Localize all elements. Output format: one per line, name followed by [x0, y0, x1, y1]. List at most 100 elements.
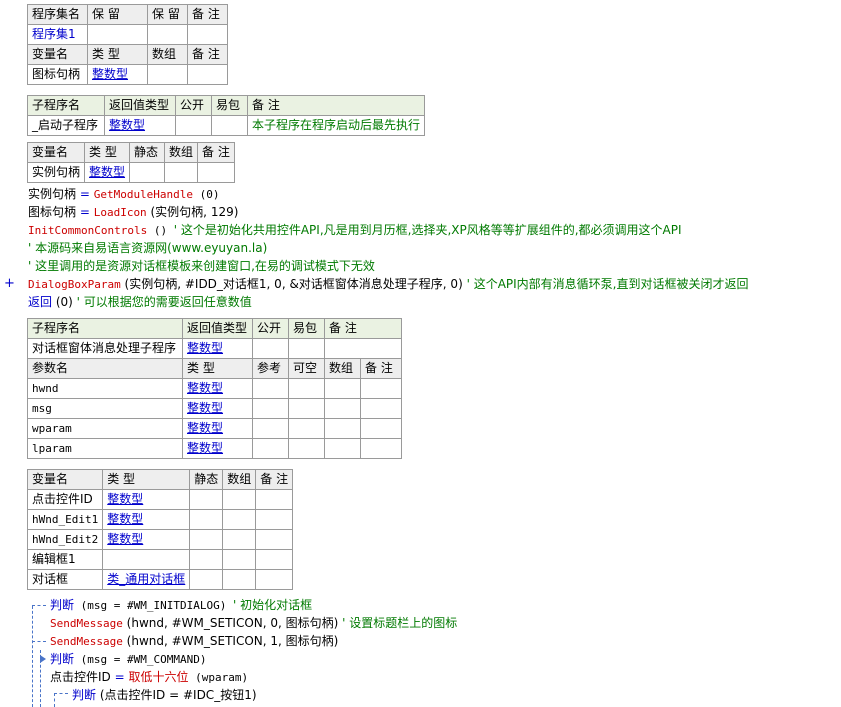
local-var-type-cell[interactable]: 整数型: [84, 162, 131, 183]
param-cell[interactable]: [252, 418, 289, 439]
dvar-cell[interactable]: [222, 549, 257, 570]
param-name-cell[interactable]: lparam: [27, 438, 183, 459]
sub-public-cell[interactable]: [175, 115, 212, 136]
sub-return-cell[interactable]: 整数型: [104, 115, 176, 136]
dvar-name-cell[interactable]: hWnd_Edit1: [26, 509, 104, 530]
local-var-note-cell[interactable]: [197, 162, 235, 183]
sub-start-row[interactable]: _启动子程序 整数型 本子程序在程序启动后最先执行: [27, 115, 426, 136]
var-array-cell[interactable]: [147, 64, 188, 85]
code-line[interactable]: 判断 (msg = #WM_INITDIALOG) ' 初始化对话框: [50, 597, 312, 614]
param-cell[interactable]: [252, 378, 289, 399]
dlg-public-cell[interactable]: [252, 338, 289, 359]
param-cell[interactable]: [252, 438, 289, 459]
var-type-cell[interactable]: 整数型: [87, 64, 148, 85]
dvar-type-cell[interactable]: [102, 549, 191, 570]
local-var-array-cell[interactable]: [164, 162, 199, 183]
code-line[interactable]: 点击控件ID = 取低十六位 (wparam): [50, 669, 248, 686]
var-note-cell[interactable]: [187, 64, 228, 85]
local-var-static-cell[interactable]: [129, 162, 166, 183]
param-type-cell[interactable]: 整数型: [182, 418, 253, 439]
dialog-var-row[interactable]: hWnd_Edit2 整数型: [26, 529, 294, 550]
dvar-type-cell[interactable]: 整数型: [102, 489, 191, 510]
dvar-cell[interactable]: [222, 569, 257, 590]
param-name-cell[interactable]: hwnd: [27, 378, 183, 399]
dvar-cell[interactable]: [222, 489, 257, 510]
param-cell[interactable]: [324, 438, 361, 459]
code-line[interactable]: SendMessage (hwnd, #WM_SETICON, 1, 图标句柄): [50, 633, 338, 650]
dvar-name-cell[interactable]: 点击控件ID: [26, 489, 104, 510]
code-line[interactable]: 判断 (msg = #WM_COMMAND): [50, 651, 206, 668]
dialog-var-row[interactable]: 对话框 类_通用对话框: [26, 569, 294, 590]
dvar-cell[interactable]: [255, 529, 294, 550]
dvar-cell[interactable]: [255, 549, 294, 570]
param-cell[interactable]: [324, 398, 361, 419]
sub-epkg-cell[interactable]: [211, 115, 248, 136]
assembly-var-row[interactable]: 图标句柄 整数型: [27, 64, 228, 85]
code-line[interactable]: InitCommonControls () ' 这个是初始化共用控件API,凡是…: [28, 222, 682, 239]
dvar-cell[interactable]: [189, 529, 224, 550]
code-line[interactable]: 实例句柄 = GetModuleHandle (0): [28, 186, 220, 203]
param-row[interactable]: msg 整数型: [27, 398, 402, 419]
param-type-cell[interactable]: 整数型: [182, 398, 253, 419]
dlg-name-cell[interactable]: 对话框窗体消息处理子程序: [27, 338, 183, 359]
code-line[interactable]: DialogBoxParam (实例句柄, #IDD_对话框1, 0, &对话框…: [28, 276, 749, 293]
param-cell[interactable]: [360, 398, 402, 419]
sub-dialog-row[interactable]: 对话框窗体消息处理子程序 整数型: [27, 338, 402, 359]
comment-line[interactable]: ' 本源码来自易语言资源网(www.eyuyan.la): [28, 240, 267, 256]
sub-name-cell[interactable]: _启动子程序: [27, 115, 105, 136]
sub-start-var-row[interactable]: 实例句柄 整数型: [26, 162, 235, 183]
assembly-row[interactable]: 程序集1: [27, 24, 228, 45]
dvar-type-cell[interactable]: 类_通用对话框: [102, 569, 191, 590]
dvar-name-cell[interactable]: hWnd_Edit2: [26, 529, 104, 550]
param-cell[interactable]: [288, 398, 325, 419]
expand-plus-icon[interactable]: +: [4, 276, 15, 292]
param-cell[interactable]: [360, 438, 402, 459]
param-cell[interactable]: [288, 418, 325, 439]
dvar-cell[interactable]: [189, 509, 224, 530]
assembly-reserve2-cell[interactable]: [147, 24, 188, 45]
dvar-cell[interactable]: [189, 549, 224, 570]
dialog-var-row[interactable]: 点击控件ID 整数型: [26, 489, 294, 510]
param-row[interactable]: lparam 整数型: [27, 438, 402, 459]
dlg-return-cell[interactable]: 整数型: [182, 338, 253, 359]
param-cell[interactable]: [252, 398, 289, 419]
dialog-var-row[interactable]: 编辑框1: [26, 549, 294, 570]
param-row[interactable]: wparam 整数型: [27, 418, 402, 439]
dlg-epkg-cell[interactable]: [288, 338, 325, 359]
sub-note-cell[interactable]: 本子程序在程序启动后最先执行: [246, 115, 426, 136]
dialog-var-row[interactable]: hWnd_Edit1 整数型: [26, 509, 294, 530]
code-line[interactable]: 图标句柄 = LoadIcon (实例句柄, 129): [28, 204, 238, 221]
param-cell[interactable]: [360, 378, 402, 399]
param-cell[interactable]: [288, 378, 325, 399]
param-type-cell[interactable]: 整数型: [182, 438, 253, 459]
assembly-reserve1-cell[interactable]: [87, 24, 148, 45]
dvar-cell[interactable]: [189, 489, 224, 510]
dvar-type-cell[interactable]: 整数型: [102, 509, 191, 530]
param-cell[interactable]: [288, 438, 325, 459]
dvar-name-cell[interactable]: 编辑框1: [26, 549, 104, 570]
dvar-cell[interactable]: [222, 529, 257, 550]
local-var-name-cell[interactable]: 实例句柄: [26, 162, 86, 183]
code-line[interactable]: SendMessage (hwnd, #WM_SETICON, 0, 图标句柄)…: [50, 615, 457, 632]
param-type-cell[interactable]: 整数型: [182, 378, 253, 399]
dvar-cell[interactable]: [189, 569, 224, 590]
param-name-cell[interactable]: msg: [27, 398, 183, 419]
dvar-cell[interactable]: [255, 489, 294, 510]
comment-line[interactable]: ' 这里调用的是资源对话框模板来创建窗口,在易的调试模式下无效: [28, 258, 375, 274]
code-line[interactable]: 返回 (0) ' 可以根据您的需要返回任意数值: [28, 294, 252, 310]
var-name-cell[interactable]: 图标句柄: [27, 64, 88, 85]
assembly-name-cell[interactable]: 程序集1: [27, 24, 88, 45]
dvar-cell[interactable]: [255, 509, 294, 530]
assembly-note-cell[interactable]: [187, 24, 228, 45]
param-cell[interactable]: [324, 378, 361, 399]
dlg-note-cell[interactable]: [324, 338, 402, 359]
dvar-cell[interactable]: [255, 569, 294, 590]
param-cell[interactable]: [324, 418, 361, 439]
dvar-cell[interactable]: [222, 509, 257, 530]
param-row[interactable]: hwnd 整数型: [27, 378, 402, 399]
param-cell[interactable]: [360, 418, 402, 439]
dvar-name-cell[interactable]: 对话框: [26, 569, 104, 590]
dvar-type-cell[interactable]: 整数型: [102, 529, 191, 550]
code-line[interactable]: 判断 (点击控件ID = #IDC_按钮1): [72, 687, 257, 703]
param-name-cell[interactable]: wparam: [27, 418, 183, 439]
